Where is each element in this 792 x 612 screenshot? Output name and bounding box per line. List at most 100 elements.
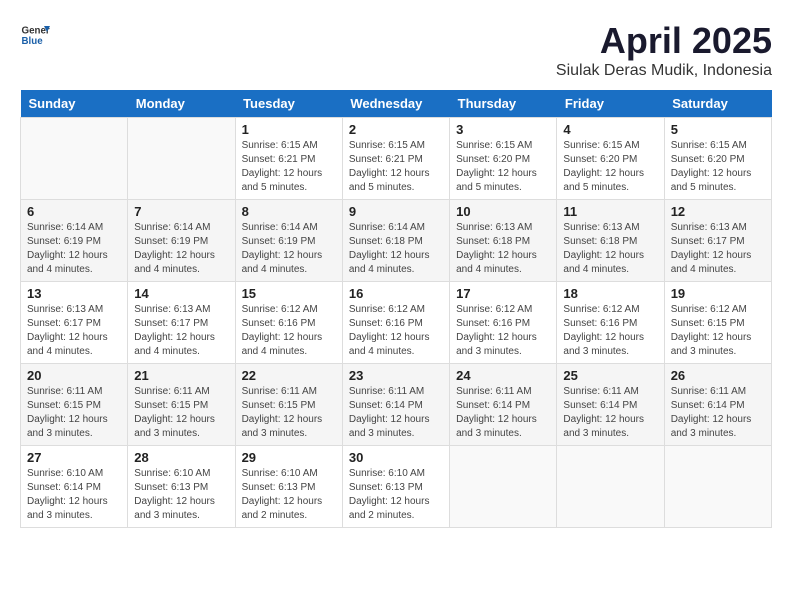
day-number: 8 bbox=[242, 204, 336, 219]
calendar-cell: 4 Sunrise: 6:15 AM Sunset: 6:20 PM Daylig… bbox=[557, 118, 664, 200]
day-info: Sunrise: 6:15 AM Sunset: 6:21 PM Dayligh… bbox=[242, 139, 336, 195]
day-number: 17 bbox=[456, 286, 550, 301]
day-number: 29 bbox=[242, 450, 336, 465]
day-info: Sunrise: 6:12 AM Sunset: 6:16 PM Dayligh… bbox=[349, 303, 443, 359]
day-number: 7 bbox=[134, 204, 228, 219]
weekday-header-friday: Friday bbox=[557, 90, 664, 118]
day-number: 18 bbox=[563, 286, 657, 301]
calendar-cell: 13 Sunrise: 6:13 AM Sunset: 6:17 PM Dayli… bbox=[21, 282, 128, 364]
day-number: 16 bbox=[349, 286, 443, 301]
calendar-cell: 1 Sunrise: 6:15 AM Sunset: 6:21 PM Daylig… bbox=[235, 118, 342, 200]
day-number: 22 bbox=[242, 368, 336, 383]
day-number: 25 bbox=[563, 368, 657, 383]
day-info: Sunrise: 6:12 AM Sunset: 6:16 PM Dayligh… bbox=[242, 303, 336, 359]
day-info: Sunrise: 6:15 AM Sunset: 6:21 PM Dayligh… bbox=[349, 139, 443, 195]
day-number: 3 bbox=[456, 122, 550, 137]
calendar-cell: 19 Sunrise: 6:12 AM Sunset: 6:15 PM Dayli… bbox=[664, 282, 771, 364]
day-info: Sunrise: 6:13 AM Sunset: 6:17 PM Dayligh… bbox=[27, 303, 121, 359]
day-info: Sunrise: 6:14 AM Sunset: 6:18 PM Dayligh… bbox=[349, 221, 443, 277]
calendar-cell: 23 Sunrise: 6:11 AM Sunset: 6:14 PM Dayli… bbox=[342, 364, 449, 446]
calendar-cell: 2Sunrise: 6:15 AM Sunset: 6:21 PM Daylig… bbox=[342, 118, 449, 200]
calendar-cell: 12 Sunrise: 6:13 AM Sunset: 6:17 PM Dayli… bbox=[664, 200, 771, 282]
calendar-cell: 14 Sunrise: 6:13 AM Sunset: 6:17 PM Dayli… bbox=[128, 282, 235, 364]
weekday-header-sunday: Sunday bbox=[21, 90, 128, 118]
calendar-cell: 15 Sunrise: 6:12 AM Sunset: 6:16 PM Dayli… bbox=[235, 282, 342, 364]
calendar-cell bbox=[128, 118, 235, 200]
day-number: 1 bbox=[242, 122, 336, 137]
month-title: April 2025 bbox=[556, 20, 772, 62]
calendar-cell bbox=[664, 446, 771, 528]
weekday-header-monday: Monday bbox=[128, 90, 235, 118]
title-area: April 2025 Siulak Deras Mudik, Indonesia bbox=[556, 20, 772, 80]
calendar-cell: 7 Sunrise: 6:14 AM Sunset: 6:19 PM Daylig… bbox=[128, 200, 235, 282]
calendar-cell: 20 Sunrise: 6:11 AM Sunset: 6:15 PM Dayli… bbox=[21, 364, 128, 446]
calendar-cell: 9Sunrise: 6:14 AM Sunset: 6:18 PM Daylig… bbox=[342, 200, 449, 282]
day-number: 15 bbox=[242, 286, 336, 301]
day-info: Sunrise: 6:13 AM Sunset: 6:18 PM Dayligh… bbox=[563, 221, 657, 277]
day-number: 4 bbox=[563, 122, 657, 137]
day-number: 12 bbox=[671, 204, 765, 219]
header: General Blue April 2025 Siulak Deras Mud… bbox=[20, 20, 772, 80]
calendar-cell: 16 Sunrise: 6:12 AM Sunset: 6:16 PM Dayli… bbox=[342, 282, 449, 364]
calendar-cell: 28Sunrise: 6:10 AM Sunset: 6:13 PM Dayli… bbox=[128, 446, 235, 528]
day-number: 26 bbox=[671, 368, 765, 383]
day-info: Sunrise: 6:15 AM Sunset: 6:20 PM Dayligh… bbox=[671, 139, 765, 195]
day-info: Sunrise: 6:11 AM Sunset: 6:15 PM Dayligh… bbox=[242, 385, 336, 441]
calendar-cell: 18 Sunrise: 6:12 AM Sunset: 6:16 PM Dayli… bbox=[557, 282, 664, 364]
day-number: 24 bbox=[456, 368, 550, 383]
calendar-cell: 25 Sunrise: 6:11 AM Sunset: 6:14 PM Dayli… bbox=[557, 364, 664, 446]
calendar-table: SundayMondayTuesdayWednesdayThursdayFrid… bbox=[20, 90, 772, 528]
day-number: 14 bbox=[134, 286, 228, 301]
day-number: 13 bbox=[27, 286, 121, 301]
day-info: Sunrise: 6:13 AM Sunset: 6:17 PM Dayligh… bbox=[134, 303, 228, 359]
day-info: Sunrise: 6:12 AM Sunset: 6:15 PM Dayligh… bbox=[671, 303, 765, 359]
day-number: 11 bbox=[563, 204, 657, 219]
day-info: Sunrise: 6:14 AM Sunset: 6:19 PM Dayligh… bbox=[134, 221, 228, 277]
day-number: 30 bbox=[349, 450, 443, 465]
svg-text:Blue: Blue bbox=[22, 36, 44, 47]
weekday-header-tuesday: Tuesday bbox=[235, 90, 342, 118]
day-info: Sunrise: 6:10 AM Sunset: 6:14 PM Dayligh… bbox=[27, 467, 121, 523]
day-number: 19 bbox=[671, 286, 765, 301]
calendar-cell bbox=[557, 446, 664, 528]
calendar-cell: 10Sunrise: 6:13 AM Sunset: 6:18 PM Dayli… bbox=[450, 200, 557, 282]
day-info: Sunrise: 6:14 AM Sunset: 6:19 PM Dayligh… bbox=[27, 221, 121, 277]
calendar-cell bbox=[21, 118, 128, 200]
calendar-cell: 27Sunrise: 6:10 AM Sunset: 6:14 PM Dayli… bbox=[21, 446, 128, 528]
location-subtitle: Siulak Deras Mudik, Indonesia bbox=[556, 62, 772, 80]
calendar-cell: 17 Sunrise: 6:12 AM Sunset: 6:16 PM Dayli… bbox=[450, 282, 557, 364]
calendar-week-row: 27Sunrise: 6:10 AM Sunset: 6:14 PM Dayli… bbox=[21, 446, 772, 528]
day-info: Sunrise: 6:11 AM Sunset: 6:15 PM Dayligh… bbox=[27, 385, 121, 441]
day-info: Sunrise: 6:10 AM Sunset: 6:13 PM Dayligh… bbox=[134, 467, 228, 523]
calendar-cell: 30Sunrise: 6:10 AM Sunset: 6:13 PM Dayli… bbox=[342, 446, 449, 528]
weekday-header-thursday: Thursday bbox=[450, 90, 557, 118]
calendar-cell: 26Sunrise: 6:11 AM Sunset: 6:14 PM Dayli… bbox=[664, 364, 771, 446]
day-info: Sunrise: 6:15 AM Sunset: 6:20 PM Dayligh… bbox=[456, 139, 550, 195]
day-info: Sunrise: 6:10 AM Sunset: 6:13 PM Dayligh… bbox=[242, 467, 336, 523]
calendar-cell: 21 Sunrise: 6:11 AM Sunset: 6:15 PM Dayli… bbox=[128, 364, 235, 446]
day-info: Sunrise: 6:12 AM Sunset: 6:16 PM Dayligh… bbox=[456, 303, 550, 359]
calendar-week-row: 20 Sunrise: 6:11 AM Sunset: 6:15 PM Dayli… bbox=[21, 364, 772, 446]
day-info: Sunrise: 6:11 AM Sunset: 6:14 PM Dayligh… bbox=[563, 385, 657, 441]
day-number: 21 bbox=[134, 368, 228, 383]
calendar-cell: 6 Sunrise: 6:14 AM Sunset: 6:19 PM Daylig… bbox=[21, 200, 128, 282]
day-info: Sunrise: 6:14 AM Sunset: 6:19 PM Dayligh… bbox=[242, 221, 336, 277]
calendar-cell bbox=[450, 446, 557, 528]
day-number: 5 bbox=[671, 122, 765, 137]
day-info: Sunrise: 6:11 AM Sunset: 6:15 PM Dayligh… bbox=[134, 385, 228, 441]
day-number: 10 bbox=[456, 204, 550, 219]
weekday-header-wednesday: Wednesday bbox=[342, 90, 449, 118]
day-number: 23 bbox=[349, 368, 443, 383]
calendar-week-row: 1 Sunrise: 6:15 AM Sunset: 6:21 PM Daylig… bbox=[21, 118, 772, 200]
day-info: Sunrise: 6:12 AM Sunset: 6:16 PM Dayligh… bbox=[563, 303, 657, 359]
calendar-cell: 8 Sunrise: 6:14 AM Sunset: 6:19 PM Daylig… bbox=[235, 200, 342, 282]
day-info: Sunrise: 6:11 AM Sunset: 6:14 PM Dayligh… bbox=[456, 385, 550, 441]
day-number: 6 bbox=[27, 204, 121, 219]
day-number: 20 bbox=[27, 368, 121, 383]
calendar-week-row: 6 Sunrise: 6:14 AM Sunset: 6:19 PM Daylig… bbox=[21, 200, 772, 282]
day-info: Sunrise: 6:13 AM Sunset: 6:17 PM Dayligh… bbox=[671, 221, 765, 277]
weekday-header-row: SundayMondayTuesdayWednesdayThursdayFrid… bbox=[21, 90, 772, 118]
day-info: Sunrise: 6:15 AM Sunset: 6:20 PM Dayligh… bbox=[563, 139, 657, 195]
day-info: Sunrise: 6:11 AM Sunset: 6:14 PM Dayligh… bbox=[349, 385, 443, 441]
calendar-cell: 29 Sunrise: 6:10 AM Sunset: 6:13 PM Dayli… bbox=[235, 446, 342, 528]
